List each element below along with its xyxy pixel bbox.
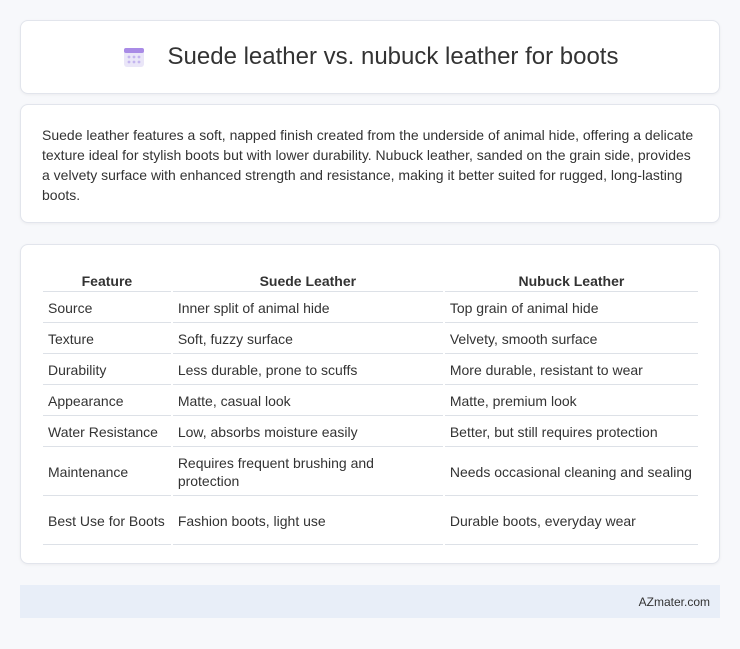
title-card: Suede leather vs. nubuck leather for boo… (20, 20, 720, 94)
nubuck-cell: Needs occasional cleaning and sealing (444, 449, 698, 496)
feature-cell: Durability (43, 356, 171, 385)
nubuck-cell: Durable boots, everyday wear (444, 498, 698, 545)
suede-cell: Fashion boots, light use (172, 498, 443, 545)
table-row: Best Use for Boots Fashion boots, light … (43, 498, 698, 545)
table-row: Appearance Matte, casual look Matte, pre… (43, 387, 698, 416)
table-row: Texture Soft, fuzzy surface Velvety, smo… (43, 325, 698, 354)
feature-cell: Source (43, 294, 171, 323)
calendar-icon (122, 45, 146, 69)
suede-cell: Inner split of animal hide (172, 294, 443, 323)
column-header-feature: Feature (43, 267, 171, 292)
suede-cell: Less durable, prone to scuffs (172, 356, 443, 385)
comparison-table: Feature Suede Leather Nubuck Leather Sou… (41, 265, 700, 547)
table-row: Maintenance Requires frequent brushing a… (43, 449, 698, 496)
column-header-suede: Suede Leather (172, 267, 443, 292)
nubuck-cell: More durable, resistant to wear (444, 356, 698, 385)
table-header-row: Feature Suede Leather Nubuck Leather (43, 267, 698, 292)
suede-cell: Matte, casual look (172, 387, 443, 416)
feature-cell: Texture (43, 325, 171, 354)
table-row: Source Inner split of animal hide Top gr… (43, 294, 698, 323)
column-header-nubuck: Nubuck Leather (444, 267, 698, 292)
suede-cell: Soft, fuzzy surface (172, 325, 443, 354)
nubuck-cell: Better, but still requires protection (444, 418, 698, 447)
feature-cell: Appearance (43, 387, 171, 416)
page-title: Suede leather vs. nubuck leather for boo… (167, 43, 619, 70)
feature-cell: Water Resistance (43, 418, 171, 447)
nubuck-cell: Velvety, smooth surface (444, 325, 698, 354)
suede-cell: Low, absorbs moisture easily (172, 418, 443, 447)
feature-cell: Maintenance (43, 449, 171, 496)
footer-site-link[interactable]: AZmater.com (639, 595, 710, 609)
table-row: Water Resistance Low, absorbs moisture e… (43, 418, 698, 447)
comparison-card: Feature Suede Leather Nubuck Leather Sou… (20, 244, 720, 564)
intro-card: Suede leather features a soft, napped fi… (20, 104, 720, 223)
footer-bar: AZmater.com (20, 585, 720, 618)
nubuck-cell: Matte, premium look (444, 387, 698, 416)
suede-cell: Requires frequent brushing and protectio… (172, 449, 443, 496)
feature-cell: Best Use for Boots (43, 498, 171, 545)
table-row: Durability Less durable, prone to scuffs… (43, 356, 698, 385)
nubuck-cell: Top grain of animal hide (444, 294, 698, 323)
intro-text: Suede leather features a soft, napped fi… (42, 127, 694, 203)
